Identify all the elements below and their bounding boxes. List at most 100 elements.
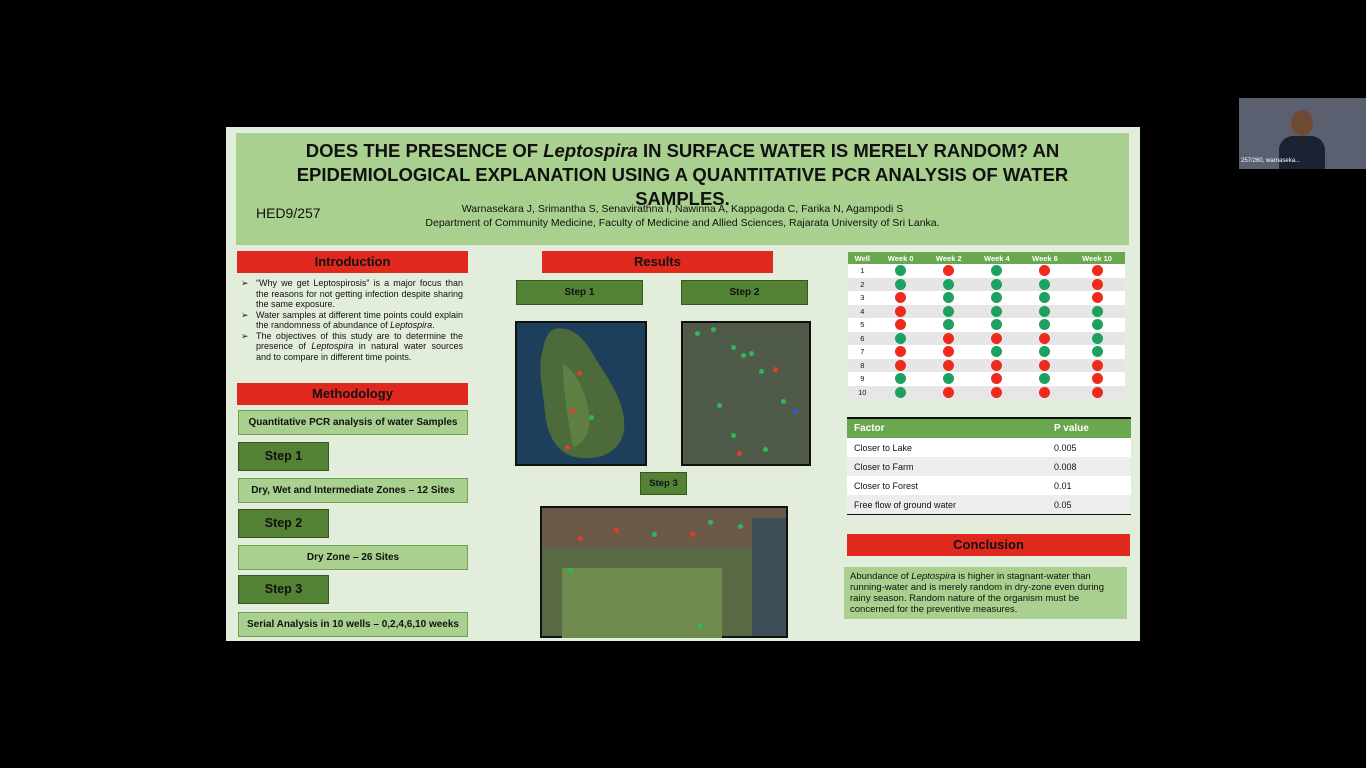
positive-status-dot [1039,319,1051,331]
participant-video-thumbnail[interactable]: 257/260, warnaseka... [1239,98,1366,169]
negative-status-dot [1039,386,1051,398]
status-cell [924,277,973,291]
site-marker [737,451,742,456]
title-line: EPIDEMIOLOGICAL EXPLANATION USING A QUAN… [296,164,1069,185]
status-cell [1020,264,1070,278]
positive-status-dot [943,319,955,331]
well-marker [652,532,657,537]
positive-status-dot [1091,332,1103,344]
introduction-bullets: ➢ “Why we get Leptospirosis” is a major f… [241,278,463,362]
well-marker [698,624,703,629]
status-cell [972,291,1021,305]
status-cell [924,331,973,345]
positive-status-dot [1091,305,1103,317]
status-cell [972,304,1021,318]
status-cell [924,304,973,318]
status-cell [1020,358,1070,372]
negative-status-dot [943,332,955,344]
status-cell [1069,304,1125,318]
participant-name-label: 257/260, warnaseka... [1241,158,1301,164]
positive-status-dot [895,373,907,385]
status-cell [1069,318,1125,332]
title-line: DOES THE PRESENCE OF Leptospira IN SURFA… [305,140,1060,161]
conclusion-heading: Conclusion [847,534,1130,556]
status-cell [876,385,925,399]
positive-status-dot [991,305,1003,317]
factor-column-header: P value [1047,419,1131,438]
well-marker [578,536,583,541]
factor-name: Closer to Forest [847,476,1047,495]
site-marker [717,403,722,408]
results-heading: Results [542,251,773,273]
introduction-bullet: ➢ “Why we get Leptospirosis” is a major f… [241,278,463,309]
table-row: 9 [848,372,1125,386]
table-row: 6 [848,331,1125,345]
affiliation: Department of Community Medicine, Facult… [425,217,940,229]
negative-status-dot [895,359,907,371]
site-marker [759,369,764,374]
table-row: 7 [848,345,1125,359]
factor-name: Closer to Farm [847,457,1047,476]
well-number: 2 [848,277,877,291]
site-marker [695,331,700,336]
status-cell [1020,304,1070,318]
results-step3-label: Step 3 [640,472,687,495]
positive-status-dot [991,292,1003,304]
map-area-water [752,518,786,636]
p-value: 0.05 [1047,495,1131,514]
wells-column-header: Week 2 [924,252,973,264]
results-step1-label: Step 1 [516,280,643,305]
status-cell [972,264,1021,278]
positive-status-dot [1039,305,1051,317]
well-number: 1 [848,264,877,278]
positive-status-dot [943,292,955,304]
factor-column-header: Factor [847,419,1047,438]
status-cell [924,385,973,399]
method-step2-label: Step 2 [238,509,329,538]
status-cell [972,372,1021,386]
status-cell [972,358,1021,372]
negative-status-dot [991,332,1003,344]
well-number: 6 [848,331,877,345]
status-cell [1069,277,1125,291]
site-marker [773,367,778,372]
sri-lanka-island-shape [540,328,625,459]
positive-status-dot [1039,278,1051,290]
status-cell [972,331,1021,345]
site-marker [711,327,716,332]
poster-header: DOES THE PRESENCE OF Leptospira IN SURFA… [236,133,1129,245]
well-number: 3 [848,291,877,305]
negative-status-dot [1039,332,1051,344]
status-cell [1069,372,1125,386]
status-cell [876,291,925,305]
negative-status-dot [1039,359,1051,371]
conclusion-text: Abundance of Leptospira is higher in sta… [844,567,1127,619]
p-value: 0.005 [1047,438,1131,457]
positive-status-dot [943,373,955,385]
site-marker [731,345,736,350]
status-cell [924,358,973,372]
status-cell [1020,385,1070,399]
status-cell [924,318,973,332]
status-cell [1020,345,1070,359]
negative-status-dot [1091,292,1103,304]
site-marker [577,371,582,376]
method-step3-label: Step 3 [238,575,329,604]
negative-status-dot [895,346,907,358]
status-cell [924,291,973,305]
status-cell [1020,372,1070,386]
introduction-heading: Introduction [237,251,468,273]
negative-status-dot [943,346,955,358]
site-marker [589,415,594,420]
status-cell [876,358,925,372]
well-number: 4 [848,304,877,318]
results-step2-label: Step 2 [681,280,808,305]
table-row: 10 [848,385,1125,399]
negative-status-dot [991,359,1003,371]
method-step1-label: Step 1 [238,442,329,471]
status-cell [1020,277,1070,291]
wells-column-header: Well [848,252,877,264]
status-cell [924,372,973,386]
positive-status-dot [895,386,907,398]
factor-p-value-table: Factor P value Closer to Lake 0.005 Closer … [847,417,1131,515]
